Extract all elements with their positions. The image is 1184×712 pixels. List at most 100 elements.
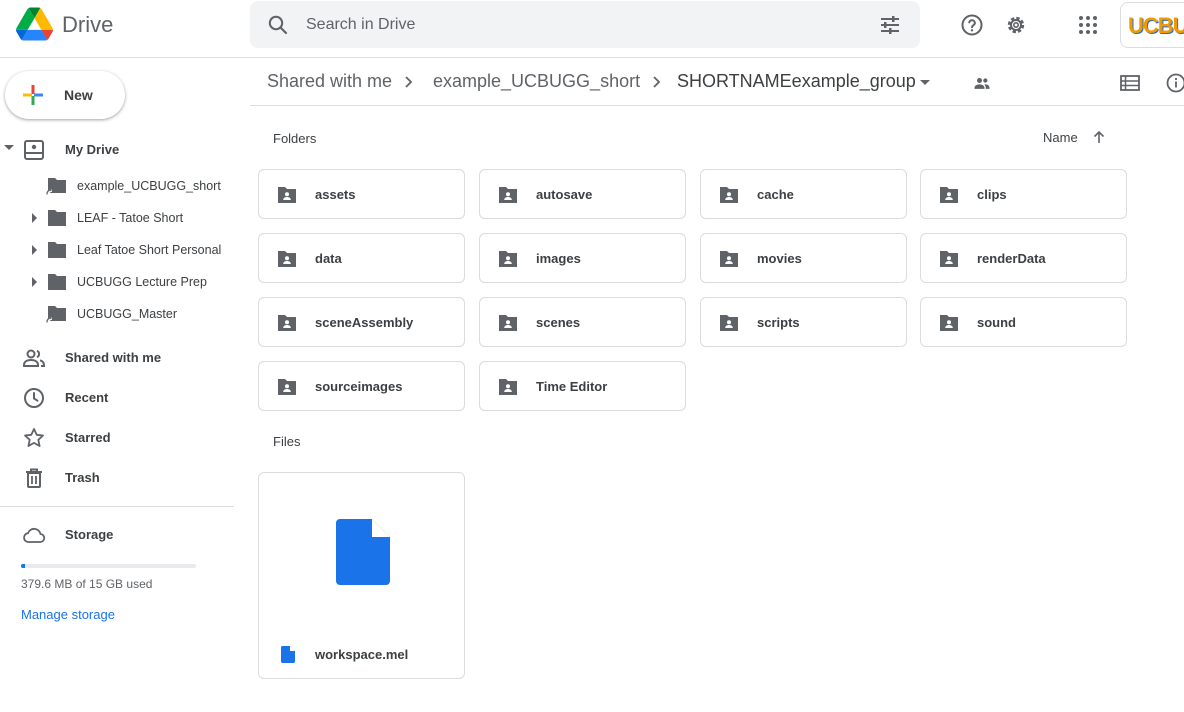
folder-card-scripts[interactable]: scripts — [700, 297, 907, 347]
shared-folder-icon — [940, 315, 958, 331]
file-type-icon — [281, 646, 295, 663]
collapse-arrow-icon[interactable] — [4, 145, 14, 150]
folder-icon — [48, 242, 66, 258]
sidebar-item-trash[interactable]: Trash — [0, 462, 240, 494]
tree-item-label: example_UCBUGG_short — [77, 179, 221, 193]
clock-icon — [24, 388, 44, 408]
people-icon — [23, 349, 45, 367]
search-bar[interactable] — [250, 1, 920, 48]
my-drive-icon — [24, 140, 44, 160]
sidebar-item-storage[interactable]: Storage — [0, 519, 240, 551]
info-icon[interactable] — [1166, 73, 1184, 93]
chevron-right-icon — [653, 76, 661, 88]
help-icon[interactable] — [960, 13, 984, 37]
folder-name: sceneAssembly — [315, 315, 414, 330]
file-card-workspace-mel[interactable]: workspace.mel — [258, 472, 465, 679]
expand-arrow-icon[interactable] — [32, 213, 37, 223]
new-button-label: New — [64, 87, 93, 103]
new-button[interactable]: New — [5, 71, 125, 119]
folder-card-data[interactable]: data — [258, 233, 465, 283]
folder-icon — [48, 274, 66, 290]
folder-name: clips — [977, 187, 1007, 202]
breadcrumb-current-folder[interactable]: SHORTNAMEexample_group — [677, 71, 916, 92]
shared-folder-people-icon[interactable] — [972, 73, 992, 93]
folder-card-autosave[interactable]: autosave — [479, 169, 686, 219]
storage-usage-fill — [21, 564, 26, 568]
folder-name: movies — [757, 251, 802, 266]
account-avatar[interactable]: UCBU — [1120, 2, 1184, 48]
tree-item-example-ucbugg-short[interactable]: example_UCBUGG_short — [0, 171, 240, 201]
shared-folder-icon — [720, 187, 738, 203]
sidebar-item-starred[interactable]: Starred — [0, 422, 240, 454]
settings-gear-icon[interactable] — [1004, 13, 1028, 37]
expand-arrow-icon[interactable] — [32, 277, 37, 287]
avatar-text: UCBU — [1128, 13, 1184, 38]
folder-name: data — [315, 251, 342, 266]
folder-name: autosave — [536, 187, 593, 202]
sidebar-item-label: Trash — [65, 470, 100, 485]
folder-name: renderData — [977, 251, 1046, 266]
folder-card-assets[interactable]: assets — [258, 169, 465, 219]
tree-item-leaf-tatoe-short[interactable]: LEAF - Tatoe Short — [0, 203, 240, 233]
sidebar-item-label: Shared with me — [65, 350, 162, 365]
folder-card-scenes[interactable]: scenes — [479, 297, 686, 347]
shared-folder-icon — [278, 187, 296, 203]
app-name[interactable]: Drive — [62, 12, 113, 38]
folder-name: scripts — [757, 315, 800, 330]
expand-arrow-icon[interactable] — [32, 245, 37, 255]
search-input[interactable] — [306, 13, 806, 37]
folder-card-time-editor[interactable]: Time Editor — [479, 361, 686, 411]
file-name: workspace.mel — [315, 647, 409, 662]
tree-item-label: UCBUGG Lecture Prep — [77, 275, 207, 289]
sidebar-divider — [0, 506, 234, 507]
list-view-icon[interactable] — [1120, 73, 1140, 93]
top-bar: Drive Search in Drive UCBU — [0, 0, 1184, 58]
sort-by-name-button[interactable]: Name — [1043, 130, 1078, 145]
apps-grid-icon[interactable] — [1076, 13, 1100, 37]
arrow-up-icon[interactable] — [1091, 129, 1107, 145]
tree-item-label: UCBUGG_Master — [77, 307, 178, 321]
tree-item-leaf-tatoe-short-personal[interactable]: Leaf Tatoe Short Personal — [0, 235, 240, 265]
shared-folder-icon — [940, 187, 958, 203]
files-section-label: Files — [273, 434, 301, 449]
shortcut-folder-icon — [46, 306, 66, 324]
folder-menu-dropdown-icon[interactable] — [920, 80, 930, 85]
sidebar-item-shared-with-me[interactable]: Shared with me — [0, 342, 240, 374]
shared-folder-icon — [940, 251, 958, 267]
plus-icon — [23, 85, 43, 105]
manage-storage-link[interactable]: Manage storage — [21, 607, 115, 622]
search-icon[interactable] — [266, 13, 290, 37]
sidebar-item-recent[interactable]: Recent — [0, 382, 240, 414]
shared-folder-icon — [499, 379, 517, 395]
folder-name: scenes — [536, 315, 581, 330]
folder-card-sound[interactable]: sound — [920, 297, 1127, 347]
sidebar-item-my-drive[interactable]: My Drive — [0, 134, 240, 166]
folder-card-cache[interactable]: cache — [700, 169, 907, 219]
tree-item-ucbugg-master[interactable]: UCBUGG_Master — [0, 299, 240, 329]
chevron-right-icon — [405, 76, 413, 88]
shared-folder-icon — [278, 251, 296, 267]
folder-name: cache — [757, 187, 794, 202]
shared-folder-icon — [278, 315, 296, 331]
folder-name: Time Editor — [536, 379, 608, 394]
breadcrumb-example-ucbugg-short[interactable]: example_UCBUGG_short — [433, 71, 640, 92]
search-options-icon[interactable] — [878, 13, 902, 37]
folder-card-renderdata[interactable]: renderData — [920, 233, 1127, 283]
tree-item-ucbugg-lecture-prep[interactable]: UCBUGG Lecture Prep — [0, 267, 240, 297]
folder-card-movies[interactable]: movies — [700, 233, 907, 283]
folder-card-sceneassembly[interactable]: sceneAssembly — [258, 297, 465, 347]
folders-section-label: Folders — [273, 131, 317, 146]
breadcrumb: Shared with me example_UCBUGG_short SHOR… — [250, 58, 1184, 106]
folder-card-sourceimages[interactable]: sourceimages — [258, 361, 465, 411]
sidebar-item-label: Storage — [65, 527, 114, 542]
star-icon — [24, 428, 44, 447]
storage-usage-bar — [21, 564, 196, 568]
sidebar-item-label: Starred — [65, 430, 111, 445]
sidebar-item-label: My Drive — [65, 142, 120, 157]
shortcut-folder-icon — [46, 178, 66, 196]
breadcrumb-shared-with-me[interactable]: Shared with me — [267, 71, 392, 92]
folder-card-images[interactable]: images — [479, 233, 686, 283]
shared-folder-icon — [499, 251, 517, 267]
folder-card-clips[interactable]: clips — [920, 169, 1127, 219]
drive-logo-icon[interactable] — [16, 7, 53, 41]
